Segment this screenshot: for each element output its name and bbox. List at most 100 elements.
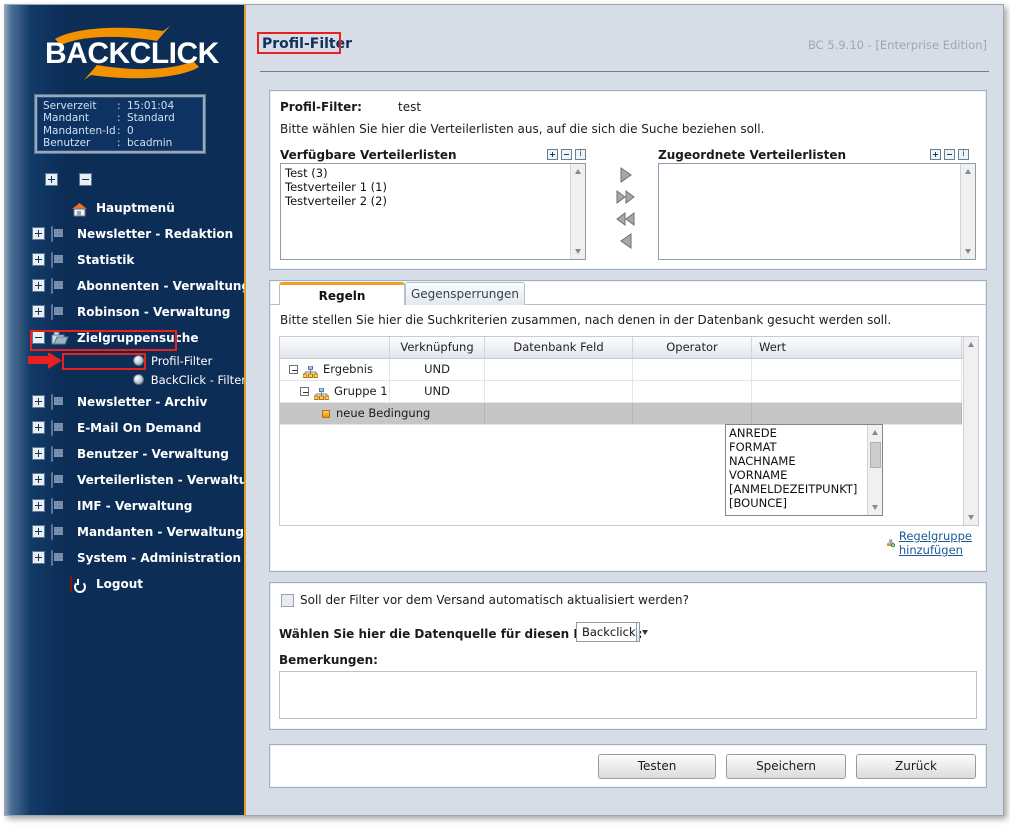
expand-icon[interactable] (32, 305, 45, 318)
rule-field-cell[interactable] (485, 359, 633, 380)
collapse-icon[interactable] (300, 387, 309, 396)
move-right-icon[interactable] (615, 165, 643, 187)
rule-field-cell[interactable] (485, 381, 633, 402)
expand-icon[interactable] (32, 279, 45, 292)
sidebar-item-benutzer-verwaltung[interactable]: Benutzer - Verwaltung (5, 441, 244, 467)
available-lists-box[interactable]: Test (3) Testverteiler 1 (1) Testverteil… (280, 163, 586, 260)
sidebar-item-abonnenten-verwaltung[interactable]: Abonnenten - Verwaltung (5, 273, 244, 299)
field-select-scrollbar[interactable] (867, 425, 882, 515)
test-button[interactable]: Testen (598, 754, 716, 779)
available-lists-label: Verfügbare Verteilerlisten (280, 148, 457, 162)
sidebar-item-verteilerlisten-verwaltung[interactable]: Verteilerlisten - Verwaltung (5, 467, 244, 493)
scroll-up-icon[interactable] (571, 164, 585, 179)
list-item[interactable]: Testverteiler 1 (1) (285, 180, 566, 194)
rule-node-cell[interactable]: Gruppe 1 (280, 381, 390, 402)
list-item[interactable]: Test (3) (285, 166, 566, 180)
expand-icon[interactable] (32, 227, 45, 240)
rule-value-cell[interactable] (752, 403, 962, 424)
sidebar-item-system-administration[interactable]: System - Administration (5, 545, 244, 571)
sidebar-item-newsletter-archiv[interactable]: Newsletter - Archiv (5, 389, 244, 415)
expand-icon[interactable] (32, 499, 45, 512)
sidebar-item-hauptmenu[interactable]: Hauptmenü (5, 195, 244, 221)
move-all-right-icon[interactable] (615, 187, 643, 209)
tab-gegensperrungen[interactable]: Gegensperrungen (405, 282, 525, 305)
folder-icon (51, 523, 68, 540)
add-rulegroup-link[interactable]: Regelgruppe hinzufügen (887, 529, 978, 557)
scroll-up-icon[interactable] (961, 164, 975, 179)
expand-icon[interactable] (32, 421, 45, 434)
tab-regeln[interactable]: Regeln (279, 282, 405, 305)
info-icon[interactable] (575, 149, 586, 160)
info-icon[interactable] (958, 149, 969, 160)
save-button[interactable]: Speichern (726, 754, 846, 779)
expand-all-icon[interactable] (45, 173, 58, 186)
list-item[interactable]: Testverteiler 2 (2) (285, 194, 566, 208)
expand-icon[interactable] (32, 395, 45, 408)
scroll-down-icon[interactable] (868, 500, 882, 515)
list-item[interactable]: NACHNAME (729, 454, 864, 468)
scroll-down-icon[interactable] (964, 510, 978, 525)
folder-icon (51, 549, 68, 566)
bullet-icon (133, 374, 144, 385)
list-item[interactable]: ANREDE (729, 426, 864, 440)
move-left-icon[interactable] (615, 231, 643, 253)
auto-update-checkbox[interactable] (281, 594, 294, 607)
plus-icon[interactable] (547, 149, 558, 160)
scroll-up-icon[interactable] (868, 425, 882, 440)
rule-operator-cell[interactable] (633, 359, 752, 380)
expand-icon[interactable] (32, 253, 45, 266)
chevron-down-icon[interactable] (635, 623, 648, 641)
table-row[interactable]: neue Bedingung (280, 403, 962, 425)
sidebar-item-backclick-filter[interactable]: BackClick - Filter (5, 370, 244, 389)
list-item[interactable]: [BOUNCE] (729, 496, 864, 510)
sidebar-item-statistik[interactable]: Statistik (5, 247, 244, 273)
plus-icon[interactable] (930, 149, 941, 160)
scroll-down-icon[interactable] (571, 244, 585, 259)
expand-icon[interactable] (32, 473, 45, 486)
expand-icon[interactable] (32, 551, 45, 564)
rules-table-scrollbar[interactable] (963, 337, 978, 525)
assigned-lists-box[interactable] (658, 163, 976, 260)
table-row[interactable]: Gruppe 1 UND (280, 381, 962, 403)
minus-icon[interactable] (944, 149, 955, 160)
assigned-lists-items (659, 164, 960, 259)
scrollbar-thumb[interactable] (870, 442, 881, 468)
available-lists-scrollbar[interactable] (570, 164, 585, 259)
remarks-textarea[interactable] (279, 671, 977, 719)
list-item[interactable]: FORMAT (729, 440, 864, 454)
rule-link-cell[interactable]: UND (390, 359, 485, 380)
scroll-down-icon[interactable] (961, 244, 975, 259)
rule-link-cell[interactable]: UND (390, 381, 485, 402)
sidebar-item-profil-filter[interactable]: Profil-Filter (5, 351, 244, 370)
database-field-select[interactable]: ANREDE FORMAT NACHNAME VORNAME [ANMELDEZ… (725, 424, 883, 516)
rule-field-cell[interactable] (485, 403, 633, 424)
scroll-up-icon[interactable] (964, 337, 978, 352)
rule-node-cell[interactable]: Ergebnis (280, 359, 390, 380)
sidebar-item-newsletter-redaktion[interactable]: Newsletter - Redaktion (5, 221, 244, 247)
minus-icon[interactable] (561, 149, 572, 160)
datasource-select[interactable]: Backclick (576, 622, 648, 642)
sidebar-item-logout[interactable]: Logout (5, 571, 244, 597)
move-all-left-icon[interactable] (615, 209, 643, 231)
rule-value-cell[interactable] (752, 359, 962, 380)
main-content: Profil-Filter BC 5.9.10 - [Enterprise Ed… (248, 5, 1003, 815)
sidebar-item-imf-verwaltung[interactable]: IMF - Verwaltung (5, 493, 244, 519)
rule-operator-cell[interactable] (633, 403, 752, 424)
list-item[interactable]: VORNAME (729, 468, 864, 482)
rule-node-cell[interactable]: neue Bedingung (280, 403, 485, 424)
back-button[interactable]: Zurück (856, 754, 976, 779)
rule-operator-cell[interactable] (633, 381, 752, 402)
assigned-lists-scrollbar[interactable] (960, 164, 975, 259)
collapse-all-icon[interactable] (79, 173, 93, 186)
sidebar-item-robinson-verwaltung[interactable]: Robinson - Verwaltung (5, 299, 244, 325)
sidebar-item-email-on-demand[interactable]: E-Mail On Demand (5, 415, 244, 441)
table-row[interactable]: Ergebnis UND (280, 359, 962, 381)
expand-icon[interactable] (32, 525, 45, 538)
collapse-icon[interactable] (289, 365, 298, 374)
collapse-icon[interactable] (32, 331, 45, 344)
expand-icon[interactable] (32, 447, 45, 460)
list-item[interactable]: [ANMELDEZEITPUNKT] (729, 482, 864, 496)
sidebar-item-zielgruppensuche[interactable]: Zielgruppensuche (5, 325, 244, 351)
rule-value-cell[interactable] (752, 381, 962, 402)
sidebar-item-mandanten-verwaltung[interactable]: Mandanten - Verwaltung (5, 519, 244, 545)
